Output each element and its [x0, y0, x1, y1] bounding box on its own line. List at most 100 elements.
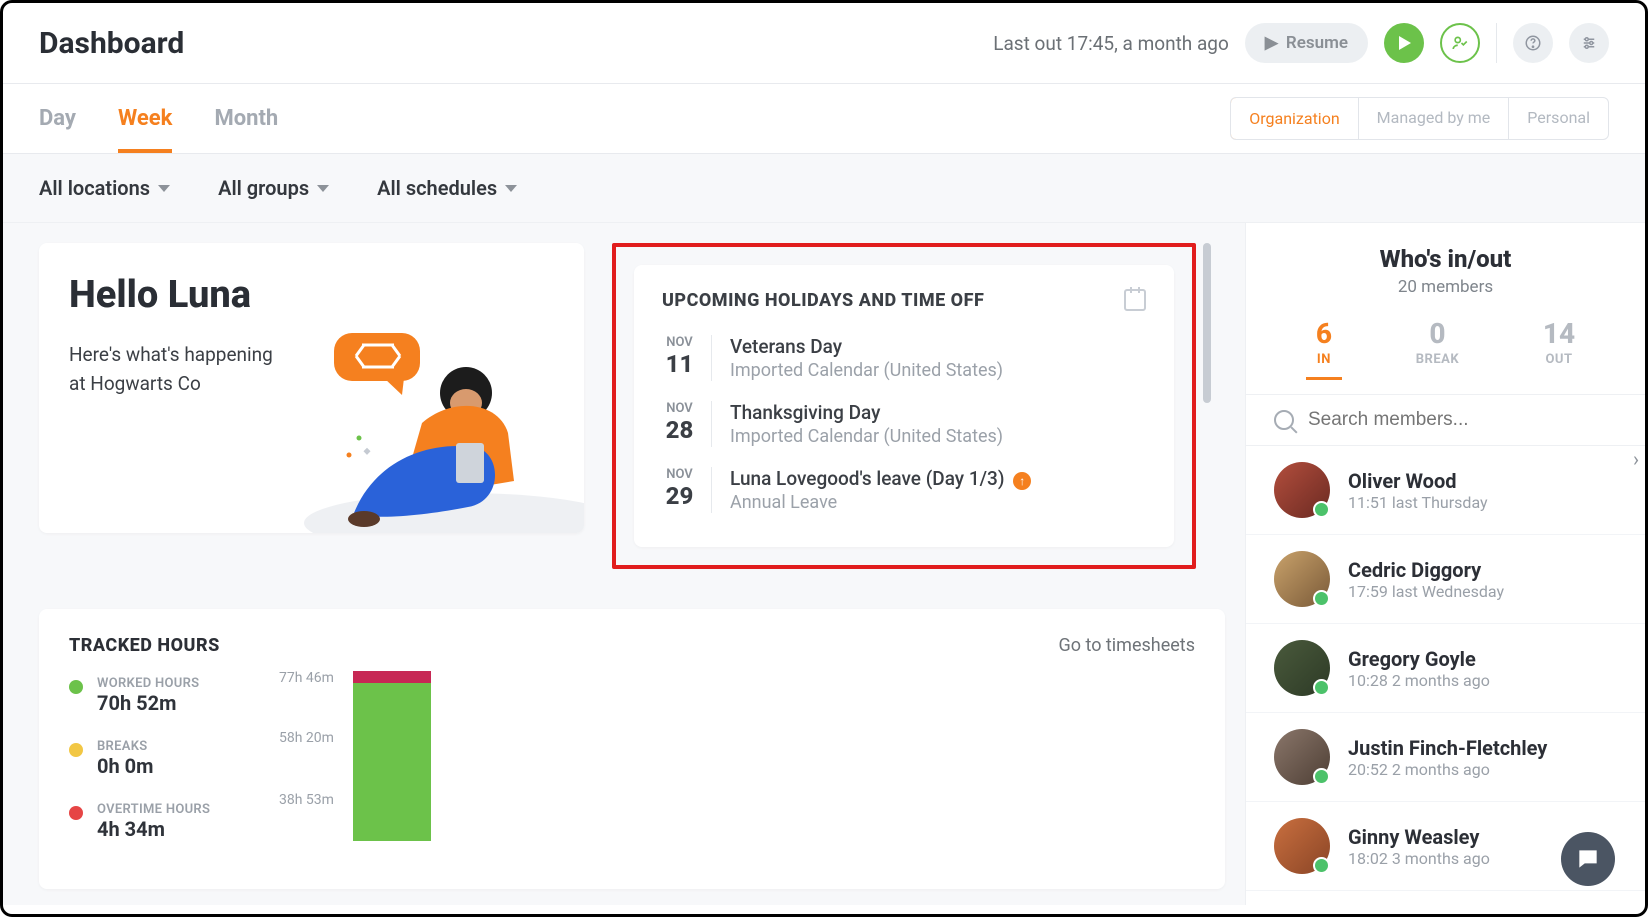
member-time: 18:02 3 months ago: [1348, 849, 1490, 868]
last-out-text: Last out 17:45, a month ago: [993, 32, 1229, 55]
topbar: Dashboard Last out 17:45, a month ago ▶ …: [3, 3, 1645, 84]
scope-segment: Organization Managed by me Personal: [1230, 97, 1609, 140]
holiday-row: NOV28 Thanksgiving DayImported Calendar …: [662, 391, 1146, 457]
hello-greeting: Hello Luna: [69, 273, 554, 317]
legend-label: OVERTIME HOURS: [97, 802, 210, 817]
holiday-row: NOV29 Luna Lovegood's leave (Day 1/3) ↑A…: [662, 457, 1146, 523]
upcoming-title: UPCOMING HOLIDAYS AND TIME OFF: [662, 290, 984, 311]
legend-value: 0h 0m: [97, 754, 153, 778]
member-row[interactable]: Cedric Diggory17:59 last Wednesday: [1246, 535, 1645, 624]
filter-locations[interactable]: All locations: [39, 176, 170, 200]
bar-worked: [353, 683, 431, 841]
avatar: [1274, 462, 1330, 518]
tracked-chart: 77h 46m 58h 20m 38h 53m: [279, 676, 1195, 841]
count-label: IN: [1316, 352, 1332, 367]
tab-week[interactable]: Week: [118, 84, 172, 153]
tabs-row: Day Week Month Organization Managed by m…: [3, 84, 1645, 154]
count-out[interactable]: 14 OUT: [1533, 311, 1585, 380]
avatar: [1274, 551, 1330, 607]
count-number: 0: [1416, 317, 1459, 350]
scrollbar-thumb[interactable]: [1203, 243, 1211, 403]
hello-card: Hello Luna Here's what's happening at Ho…: [39, 243, 584, 533]
holiday-row: NOV11 Veterans DayImported Calendar (Uni…: [662, 325, 1146, 391]
hello-illustration: [234, 323, 584, 533]
holiday-month: NOV: [662, 335, 697, 350]
settings-button[interactable]: [1569, 23, 1609, 63]
filter-locations-label: All locations: [39, 176, 150, 200]
tracked-legend: WORKED HOURS70h 52m BREAKS0h 0m OVERTIME…: [69, 676, 249, 841]
calendar-icon[interactable]: [1124, 289, 1146, 311]
member-row[interactable]: Gregory Goyle10:28 2 months ago: [1246, 624, 1645, 713]
holiday-day: 11: [662, 350, 697, 378]
avatar: [1274, 640, 1330, 696]
member-row[interactable]: Justin Finch-Fletchley20:52 2 months ago: [1246, 713, 1645, 802]
scope-managed[interactable]: Managed by me: [1358, 98, 1509, 139]
holiday-title: Luna Lovegood's leave (Day 1/3) ↑: [730, 467, 1031, 490]
holiday-month: NOV: [662, 467, 697, 482]
y-tick: 77h 46m: [279, 670, 334, 686]
member-time: 10:28 2 months ago: [1348, 671, 1490, 690]
go-to-timesheets-link[interactable]: Go to timesheets: [1058, 635, 1195, 656]
filter-groups-label: All groups: [218, 176, 309, 200]
scope-organization[interactable]: Organization: [1230, 97, 1358, 140]
holiday-day: 29: [662, 482, 697, 510]
member-name: Gregory Goyle: [1348, 647, 1490, 671]
filter-schedules-label: All schedules: [377, 176, 497, 200]
arrow-up-icon: ↑: [1013, 472, 1031, 490]
dot-icon: [69, 743, 83, 757]
scope-personal[interactable]: Personal: [1508, 98, 1608, 139]
whos-title: Who's in/out: [1274, 245, 1617, 273]
filter-groups[interactable]: All groups: [218, 176, 329, 200]
holiday-sub: Annual Leave: [730, 492, 1031, 513]
count-in[interactable]: 6 IN: [1306, 311, 1342, 380]
help-button[interactable]: [1513, 23, 1553, 63]
holiday-title-text: Luna Lovegood's leave (Day 1/3): [730, 467, 1004, 490]
chevron-down-icon: [158, 185, 170, 192]
member-name: Oliver Wood: [1348, 469, 1488, 493]
tab-day[interactable]: Day: [39, 84, 76, 153]
count-number: 6: [1316, 317, 1332, 350]
holiday-sub: Imported Calendar (United States): [730, 426, 1003, 447]
divider: [1496, 23, 1497, 63]
filter-schedules[interactable]: All schedules: [377, 176, 517, 200]
count-label: OUT: [1543, 352, 1575, 367]
search-icon: [1274, 410, 1294, 430]
user-check-button[interactable]: [1440, 23, 1480, 63]
main-left: Hello Luna Here's what's happening at Ho…: [3, 223, 1245, 905]
clock-in-button[interactable]: [1384, 23, 1424, 63]
holiday-title: Veterans Day: [730, 335, 1003, 358]
member-name: Cedric Diggory: [1348, 558, 1504, 582]
play-icon-small: ▶: [1265, 33, 1278, 53]
search-input[interactable]: [1308, 409, 1617, 431]
y-tick: 58h 20m: [279, 730, 334, 746]
resume-label: Resume: [1286, 33, 1348, 53]
member-name: Ginny Weasley: [1348, 825, 1490, 849]
chat-widget[interactable]: [1561, 832, 1615, 886]
member-row[interactable]: Oliver Wood11:51 last Thursday: [1246, 446, 1645, 535]
count-break[interactable]: 0 BREAK: [1406, 311, 1469, 380]
page-title: Dashboard: [39, 26, 184, 61]
whos-sub: 20 members: [1274, 277, 1617, 297]
whos-in-out-panel: Who's in/out 20 members 6 IN 0 BREAK 14 OUT…: [1245, 223, 1645, 905]
bar-overtime: [353, 671, 431, 683]
member-time: 20:52 2 months ago: [1348, 760, 1547, 779]
upcoming-highlight: UPCOMING HOLIDAYS AND TIME OFF NOV11 Vet…: [612, 243, 1196, 569]
upcoming-card: UPCOMING HOLIDAYS AND TIME OFF NOV11 Vet…: [634, 265, 1174, 547]
resume-button[interactable]: ▶ Resume: [1245, 23, 1368, 63]
chevron-down-icon: [505, 185, 517, 192]
holiday-month: NOV: [662, 401, 697, 416]
holiday-sub: Imported Calendar (United States): [730, 360, 1003, 381]
dot-icon: [69, 680, 83, 694]
dot-icon: [69, 806, 83, 820]
tracked-hours-card: TRACKED HOURS Go to timesheets WORKED HO…: [39, 609, 1225, 889]
member-time: 11:51 last Thursday: [1348, 493, 1488, 512]
tab-month[interactable]: Month: [214, 84, 278, 153]
legend-label: BREAKS: [97, 739, 153, 754]
filters-bar: All locations All groups All schedules: [3, 154, 1645, 223]
member-search: [1246, 394, 1645, 446]
panel-collapse-chevron[interactable]: ›: [1633, 447, 1639, 471]
count-label: BREAK: [1416, 352, 1459, 367]
legend-label: WORKED HOURS: [97, 676, 199, 691]
legend-value: 4h 34m: [97, 817, 210, 841]
count-number: 14: [1543, 317, 1575, 350]
